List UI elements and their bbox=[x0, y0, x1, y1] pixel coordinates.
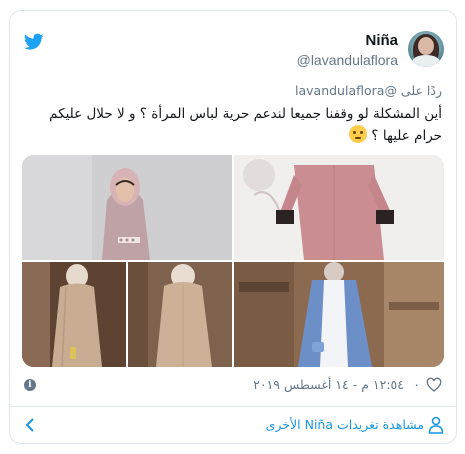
author-name[interactable]: Niña bbox=[365, 32, 398, 49]
photo-4[interactable] bbox=[128, 262, 232, 367]
rolling-eyes-emoji-icon bbox=[349, 125, 368, 143]
author-handle[interactable]: @lavandulaflora bbox=[297, 52, 398, 68]
photo-5[interactable] bbox=[234, 262, 444, 367]
avatar[interactable] bbox=[408, 31, 444, 67]
tweet-text: أين المشكلة لو وقفنا جميعا لندعم حرية لب… bbox=[22, 103, 442, 147]
tweet-timestamp[interactable]: ١٢:٥٤ م - ١٤ أغسطس ٢٠١٩ bbox=[253, 377, 404, 392]
photo-3[interactable] bbox=[22, 262, 126, 367]
tweet-card[interactable]: Niña @lavandulaflora ردًا على @lavandula… bbox=[9, 10, 457, 444]
chevron-left-icon[interactable] bbox=[24, 417, 38, 433]
reply-context: ردًا على @lavandulaflora bbox=[295, 83, 442, 98]
tweet-meta: i ١٢:٥٤ م - ١٤ أغسطس ٢٠١٩ ٠ bbox=[22, 376, 442, 396]
photo-2[interactable] bbox=[234, 155, 444, 260]
photo-1[interactable] bbox=[22, 155, 232, 260]
media-gallery[interactable] bbox=[22, 155, 444, 367]
reply-prefix: ردًا على bbox=[400, 83, 442, 98]
like-count: ٠ bbox=[413, 377, 420, 392]
reply-mention-link[interactable]: @lavandulaflora bbox=[295, 83, 397, 98]
view-more-tweets-link[interactable]: مشاهدة تغريدات Niña الأخرى bbox=[266, 417, 424, 432]
tweet-header: Niña @lavandulaflora bbox=[10, 11, 456, 79]
twitter-bird-icon[interactable] bbox=[24, 33, 44, 51]
info-icon[interactable]: i bbox=[24, 379, 36, 391]
tweet-body: أين المشكلة لو وقفنا جميعا لندعم حرية لب… bbox=[49, 106, 442, 144]
heart-icon[interactable] bbox=[426, 377, 442, 393]
person-icon bbox=[428, 416, 444, 434]
tweet-footer[interactable]: مشاهدة تغريدات Niña الأخرى bbox=[10, 406, 456, 443]
